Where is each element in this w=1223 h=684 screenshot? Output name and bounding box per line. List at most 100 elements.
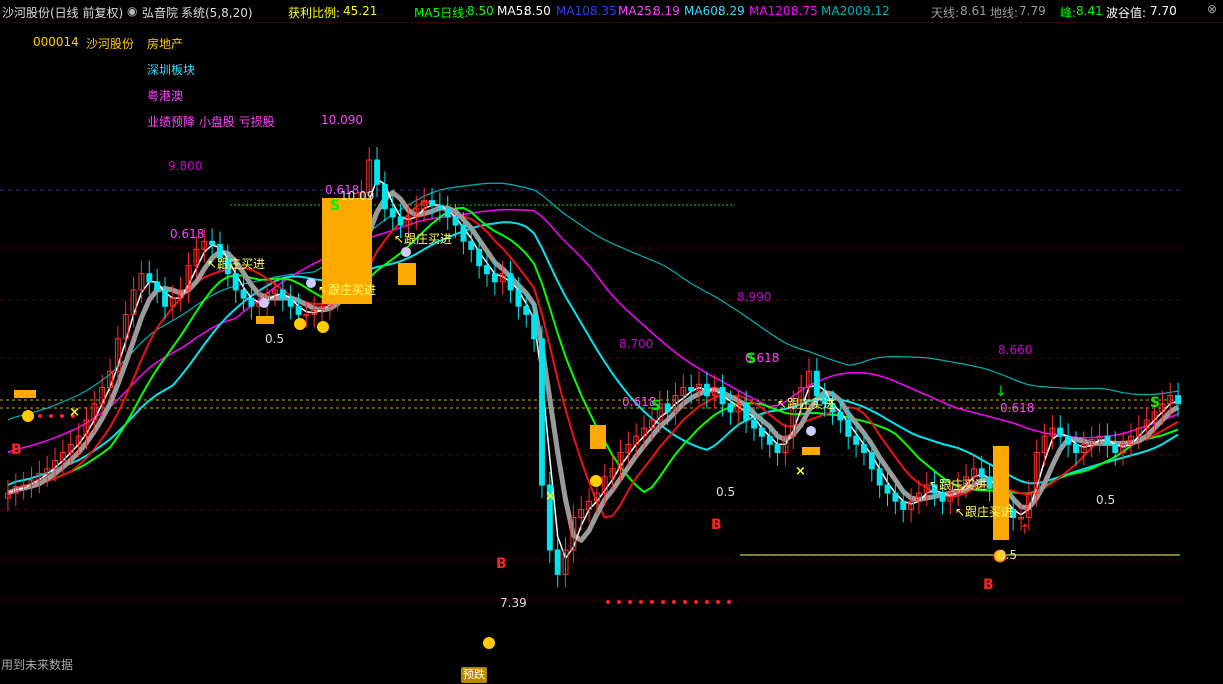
- down-candle: [287, 297, 294, 307]
- buy-signal-annotation: ↖跟庄买进: [394, 232, 453, 246]
- smiley-icon: [590, 475, 602, 487]
- down-candle: [444, 208, 451, 218]
- down-candle: [845, 419, 852, 437]
- red-dot: [60, 414, 64, 418]
- tags-label: 业绩预降 小盘股 亏损股: [147, 115, 275, 129]
- ma25-label: MA25:: [618, 4, 656, 18]
- down-candle: [727, 403, 734, 413]
- close-icon[interactable]: ⊗: [1207, 2, 1217, 16]
- profit-ratio-value: 45.21: [343, 4, 378, 18]
- down-arrow-icon: ↓: [995, 384, 1007, 400]
- red-dot: [694, 600, 698, 604]
- ma60-label: MA60:: [684, 4, 722, 18]
- ma5-day-value: 8.50: [467, 4, 494, 18]
- ground-line-value: 7.79: [1019, 4, 1046, 18]
- candlestick-chart[interactable]: ↓ ↑ × × ×: [0, 0, 1223, 684]
- ma5-value: 8.50: [524, 4, 551, 18]
- ma10-label: MA10:: [556, 4, 594, 18]
- peak-label: 峰:: [1060, 6, 1077, 20]
- dropdown-icon[interactable]: ◉: [127, 4, 137, 18]
- buy-signal-b: B: [496, 556, 507, 572]
- buy-signal-b: B: [711, 517, 722, 533]
- buy-signal-b: B: [983, 577, 994, 593]
- down-candle: [853, 435, 860, 445]
- gold-bar: [993, 446, 1009, 540]
- red-dot: [650, 600, 654, 604]
- cross-mark-icon: ×: [545, 489, 556, 504]
- fib-label: 0.618: [1000, 401, 1035, 415]
- down-candle: [1057, 427, 1064, 437]
- smiley-icon: [22, 410, 34, 422]
- down-candle: [758, 427, 765, 437]
- down-candle: [515, 289, 522, 307]
- buy-signal-annotation: ↖跟庄买进: [318, 283, 377, 297]
- price-level-label: 10.090: [321, 113, 363, 127]
- down-candle: [703, 383, 710, 397]
- system-params: 系统(5,8,20): [181, 6, 253, 20]
- down-candle: [523, 305, 530, 315]
- down-candle: [554, 549, 561, 575]
- down-candle: [1065, 435, 1072, 445]
- down-candle: [240, 289, 247, 299]
- down-candle: [374, 159, 381, 185]
- down-candle: [436, 205, 443, 210]
- down-candle: [429, 200, 436, 207]
- wave-label: 波谷值:: [1106, 6, 1147, 20]
- price-level-label: 8.990: [737, 290, 772, 304]
- ma5-label: MA5:: [497, 4, 528, 18]
- ma200-value: 9.12: [863, 4, 890, 18]
- ma60-value: 8.29: [718, 4, 745, 18]
- face-icon: [806, 426, 816, 436]
- concept-label: 粤港澳: [147, 89, 184, 103]
- down-candle: [279, 289, 286, 299]
- red-dot: [705, 600, 709, 604]
- down-candle: [507, 273, 514, 291]
- down-candle: [295, 305, 302, 315]
- down-candle: [813, 370, 820, 397]
- sell-signal-s: S: [746, 351, 757, 367]
- buy-signal-b: B: [11, 442, 22, 458]
- red-dot: [661, 600, 665, 604]
- down-candle: [892, 492, 899, 502]
- buy-signal-annotation: ↖跟庄买进: [207, 257, 266, 271]
- ma120-label: MA120:: [749, 4, 795, 18]
- down-candle: [162, 289, 169, 307]
- red-dot: [727, 600, 731, 604]
- red-dot: [716, 600, 720, 604]
- down-candle: [861, 443, 867, 453]
- fib-label: 0.5: [265, 332, 285, 346]
- down-candle: [664, 403, 671, 413]
- gold-bar: [398, 263, 416, 285]
- predict-drop-badge[interactable]: 预跌: [461, 667, 487, 683]
- down-candle: [743, 403, 750, 421]
- ma10-value: 8.35: [590, 4, 617, 18]
- face-icon: [259, 298, 269, 308]
- price-level-label: 8.660: [998, 343, 1033, 357]
- price-level-label: 8.700: [619, 337, 654, 351]
- red-dot: [606, 600, 610, 604]
- stock-title[interactable]: 沙河股份(日线 前复权): [2, 4, 123, 21]
- price-point-label: 7.39: [500, 596, 527, 610]
- buy-signal-annotation: ↖跟庄买进: [929, 478, 988, 492]
- face-icon: [306, 278, 316, 288]
- down-candle: [397, 216, 404, 226]
- fib-label: 0.618: [170, 227, 205, 241]
- ma120-value: 8.75: [791, 4, 818, 18]
- smiley-icon: [294, 318, 306, 330]
- face-icon: [401, 247, 411, 257]
- down-candle: [146, 273, 153, 283]
- down-candle: [719, 387, 726, 405]
- header-bar: 沙河股份(日线 前复权) ◉ 弘音院 系统(5,8,20) 获利比例: 45.2…: [0, 0, 1223, 23]
- indicator-name[interactable]: 弘音院: [142, 4, 178, 21]
- red-dot: [49, 414, 53, 418]
- down-candle: [154, 281, 161, 291]
- red-dot: [38, 414, 42, 418]
- sky-line-label: 天线:: [931, 6, 960, 20]
- down-candle: [468, 240, 475, 250]
- down-candle: [209, 240, 216, 246]
- buy-signal-annotation: ↖跟庄买进: [955, 505, 1014, 519]
- stock-name: 沙河股份: [86, 37, 135, 51]
- down-candle: [1112, 443, 1119, 453]
- profit-ratio-label: 获利比例:: [288, 6, 341, 20]
- down-candle: [232, 273, 239, 291]
